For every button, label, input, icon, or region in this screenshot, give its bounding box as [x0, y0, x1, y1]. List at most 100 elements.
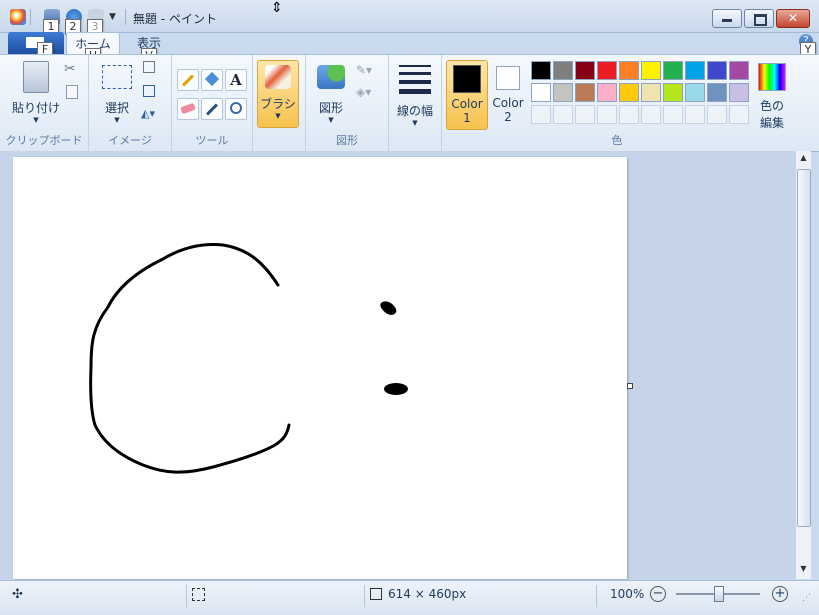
- palette-swatch[interactable]: [663, 61, 683, 80]
- image-size-icon: [370, 588, 382, 600]
- fill-icon[interactable]: [201, 69, 223, 91]
- rotate-icon[interactable]: ◭▾: [141, 107, 155, 120]
- size-group: 線の幅 ▼: [389, 55, 442, 151]
- title-bar: ▼ 1 2 3 無題 - ペイント ⇕ ✕: [0, 0, 819, 35]
- zoom-slider-thumb[interactable]: [714, 586, 724, 602]
- zoom-out-button[interactable]: −: [650, 586, 666, 602]
- tools-group-label: ツール: [195, 134, 229, 147]
- colors-group: Color 1 Color 2 色の 編集 色: [442, 55, 792, 151]
- palette-swatch-empty[interactable]: [597, 105, 617, 124]
- palette-swatch[interactable]: [729, 61, 749, 80]
- shapes-label: 図形: [318, 101, 343, 115]
- shape-fill-icon[interactable]: ◈▾: [356, 85, 371, 99]
- palette-swatch[interactable]: [619, 83, 639, 102]
- file-menu-button[interactable]: [8, 32, 64, 54]
- resize-grip-icon[interactable]: ⋰: [802, 593, 811, 603]
- shapes-button[interactable]: 図形 ▼: [310, 61, 352, 129]
- palette-swatch[interactable]: [597, 61, 617, 80]
- image-group: 選択 ▼ ◭▾ イメージ: [89, 55, 172, 151]
- close-icon: ✕: [787, 11, 799, 25]
- chevron-down-icon: ▼: [33, 116, 39, 124]
- palette-swatch[interactable]: [575, 61, 595, 80]
- image-size-text: 614 × 460px: [388, 587, 467, 601]
- chevron-down-icon: ▼: [114, 116, 120, 124]
- zoom-in-button[interactable]: +: [772, 586, 788, 602]
- zoom-level: 100%: [610, 587, 645, 601]
- color-picker-icon[interactable]: [201, 98, 223, 120]
- paste-icon: [23, 61, 49, 93]
- palette-swatch[interactable]: [531, 61, 551, 80]
- palette-swatch[interactable]: [531, 83, 551, 102]
- chevron-down-icon: ▼: [275, 112, 281, 120]
- palette-swatch[interactable]: [663, 83, 683, 102]
- canvas-drawing: [89, 243, 408, 474]
- edit-colors-label-2: 編集: [759, 116, 784, 130]
- palette-swatch[interactable]: [575, 83, 595, 102]
- palette-swatch[interactable]: [597, 83, 617, 102]
- palette-swatch[interactable]: [707, 83, 727, 102]
- magnifier-icon[interactable]: [225, 98, 247, 120]
- palette-swatch[interactable]: [729, 83, 749, 102]
- zoom-slider[interactable]: [676, 586, 760, 602]
- resize-icon[interactable]: [143, 85, 155, 97]
- palette-swatch[interactable]: [685, 61, 705, 80]
- cut-icon[interactable]: ✂: [64, 61, 76, 77]
- chevron-down-icon: ▼: [412, 119, 418, 127]
- palette-swatch-empty[interactable]: [575, 105, 595, 124]
- palette-swatch-empty[interactable]: [729, 105, 749, 124]
- brush-group: ブラシ ▼: [253, 55, 306, 151]
- scroll-thumb[interactable]: [797, 169, 811, 527]
- outline-icon[interactable]: ✎▾: [356, 63, 372, 77]
- ribbon: 貼り付け ▼ ✂ クリップボード 選択 ▼ ◭▾ イメージ A ツール ブラシ …: [0, 54, 819, 152]
- line-width-icon: [399, 65, 431, 94]
- palette-swatch[interactable]: [641, 83, 661, 102]
- paint-app-icon[interactable]: [10, 9, 26, 25]
- palette-swatch[interactable]: [707, 61, 727, 80]
- crop-icon[interactable]: [143, 61, 155, 73]
- palette-swatch[interactable]: [553, 83, 573, 102]
- vertical-scrollbar[interactable]: ▲ ▼: [795, 151, 811, 579]
- customize-qat-icon[interactable]: ▼: [109, 12, 116, 22]
- separator: [364, 585, 365, 607]
- palette-swatch-empty[interactable]: [707, 105, 727, 124]
- separator: [125, 9, 126, 25]
- scroll-down-icon[interactable]: ▼: [796, 564, 811, 573]
- color1-button[interactable]: Color 1: [446, 60, 488, 130]
- palette-swatch-empty[interactable]: [531, 105, 551, 124]
- brush-button[interactable]: ブラシ ▼: [257, 60, 299, 128]
- minimize-button[interactable]: [712, 9, 742, 28]
- color2-button[interactable]: Color 2: [488, 60, 528, 128]
- drawing-canvas[interactable]: [13, 157, 627, 579]
- select-button[interactable]: 選択 ▼: [95, 61, 139, 129]
- color1-label: Color: [451, 97, 483, 111]
- palette-swatch-empty[interactable]: [685, 105, 705, 124]
- pencil-icon[interactable]: [177, 69, 199, 91]
- paste-button[interactable]: 貼り付け ▼: [10, 59, 62, 129]
- palette-swatch-empty[interactable]: [619, 105, 639, 124]
- palette-swatch-empty[interactable]: [641, 105, 661, 124]
- color2-label: Color: [492, 96, 524, 110]
- palette-swatch-empty[interactable]: [553, 105, 573, 124]
- maximize-icon: [754, 14, 767, 26]
- canvas-area: [0, 151, 795, 579]
- close-button[interactable]: ✕: [776, 9, 810, 28]
- text-icon[interactable]: A: [225, 69, 247, 91]
- eraser-icon[interactable]: [177, 98, 199, 120]
- minimize-icon: [722, 19, 732, 22]
- cursor-position-icon: ✣: [12, 587, 23, 602]
- line-width-button[interactable]: 線の幅 ▼: [393, 61, 437, 129]
- palette-swatch[interactable]: [641, 61, 661, 80]
- palette-swatch-empty[interactable]: [663, 105, 683, 124]
- scroll-up-icon[interactable]: ▲: [796, 153, 811, 162]
- canvas-resize-handle-right[interactable]: [627, 383, 633, 389]
- edit-colors-button[interactable]: 色の 編集: [752, 61, 792, 130]
- copy-icon[interactable]: [66, 85, 78, 99]
- palette-swatch[interactable]: [553, 61, 573, 80]
- palette-swatch[interactable]: [685, 83, 705, 102]
- colors-group-label: 色: [611, 134, 623, 147]
- palette-swatch[interactable]: [619, 61, 639, 80]
- brush-label: ブラシ: [260, 97, 296, 111]
- drawn-arc-stroke: [89, 243, 291, 474]
- separator: [30, 9, 31, 25]
- maximize-button[interactable]: [744, 9, 774, 28]
